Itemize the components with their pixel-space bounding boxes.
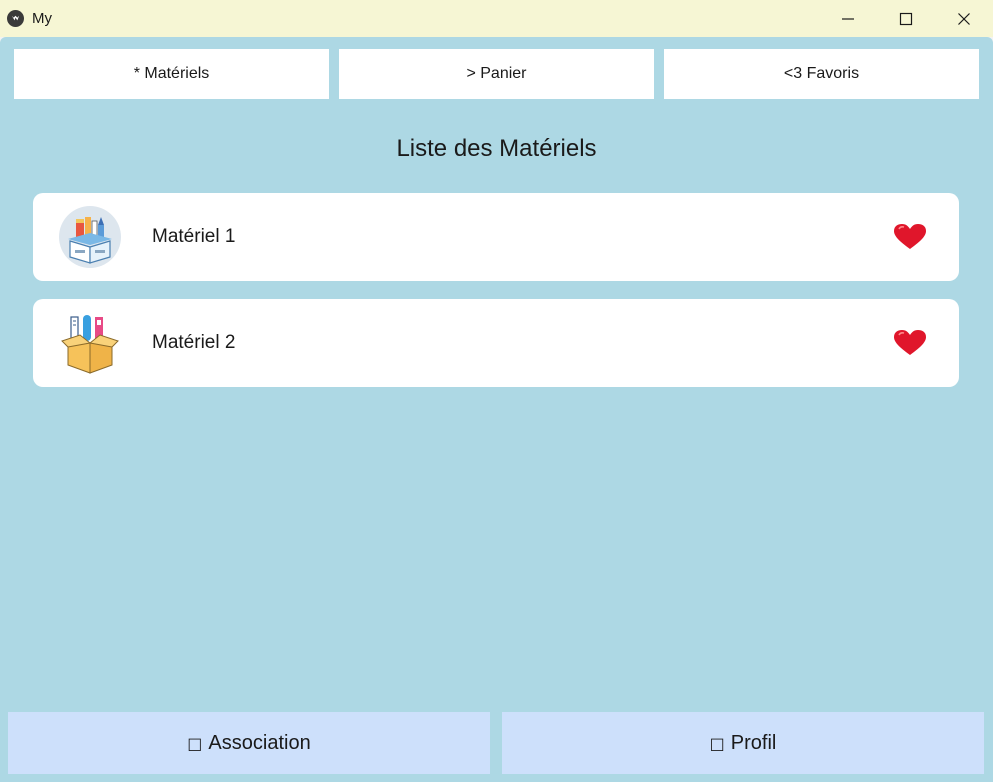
window-controls [819, 0, 993, 37]
window-title: My [32, 10, 52, 27]
bottom-navigation: □ Association □ Profil [8, 712, 984, 774]
tab-favoris[interactable]: <3 Favoris [664, 49, 979, 99]
tab-materiels[interactable]: * Matériels [14, 49, 329, 99]
association-button[interactable]: □ Association [8, 712, 490, 774]
maximize-button[interactable] [877, 0, 935, 37]
maximize-icon [899, 12, 913, 25]
heart-icon[interactable] [893, 223, 927, 251]
association-label: Association [208, 731, 311, 754]
window-titlebar: My [0, 0, 993, 37]
item-name: Matériel 1 [152, 226, 236, 247]
profil-label: Profil [730, 731, 777, 754]
item-name: Matériel 2 [152, 332, 236, 353]
profil-button[interactable]: □ Profil [502, 712, 984, 774]
minimize-icon [842, 17, 854, 20]
open-box-supplies-icon [58, 311, 122, 375]
page-title: Liste des Matériels [396, 135, 597, 162]
missing-glyph-icon: □ [709, 733, 725, 753]
minimize-button[interactable] [819, 0, 877, 37]
list-item-materiel-1[interactable]: Matériel 1 [33, 193, 959, 281]
heart-icon[interactable] [893, 329, 927, 357]
close-button[interactable] [935, 0, 993, 37]
missing-glyph-icon: □ [187, 733, 203, 753]
kivy-logo-icon [7, 10, 24, 27]
close-icon [958, 12, 970, 25]
list-item-materiel-2[interactable]: Matériel 2 [33, 299, 959, 387]
school-supplies-box-icon [58, 205, 122, 269]
tab-panier[interactable]: > Panier [339, 49, 654, 99]
app-content: * Matériels > Panier <3 Favoris Liste de… [0, 37, 993, 782]
top-navigation: * Matériels > Panier <3 Favoris [14, 49, 979, 99]
